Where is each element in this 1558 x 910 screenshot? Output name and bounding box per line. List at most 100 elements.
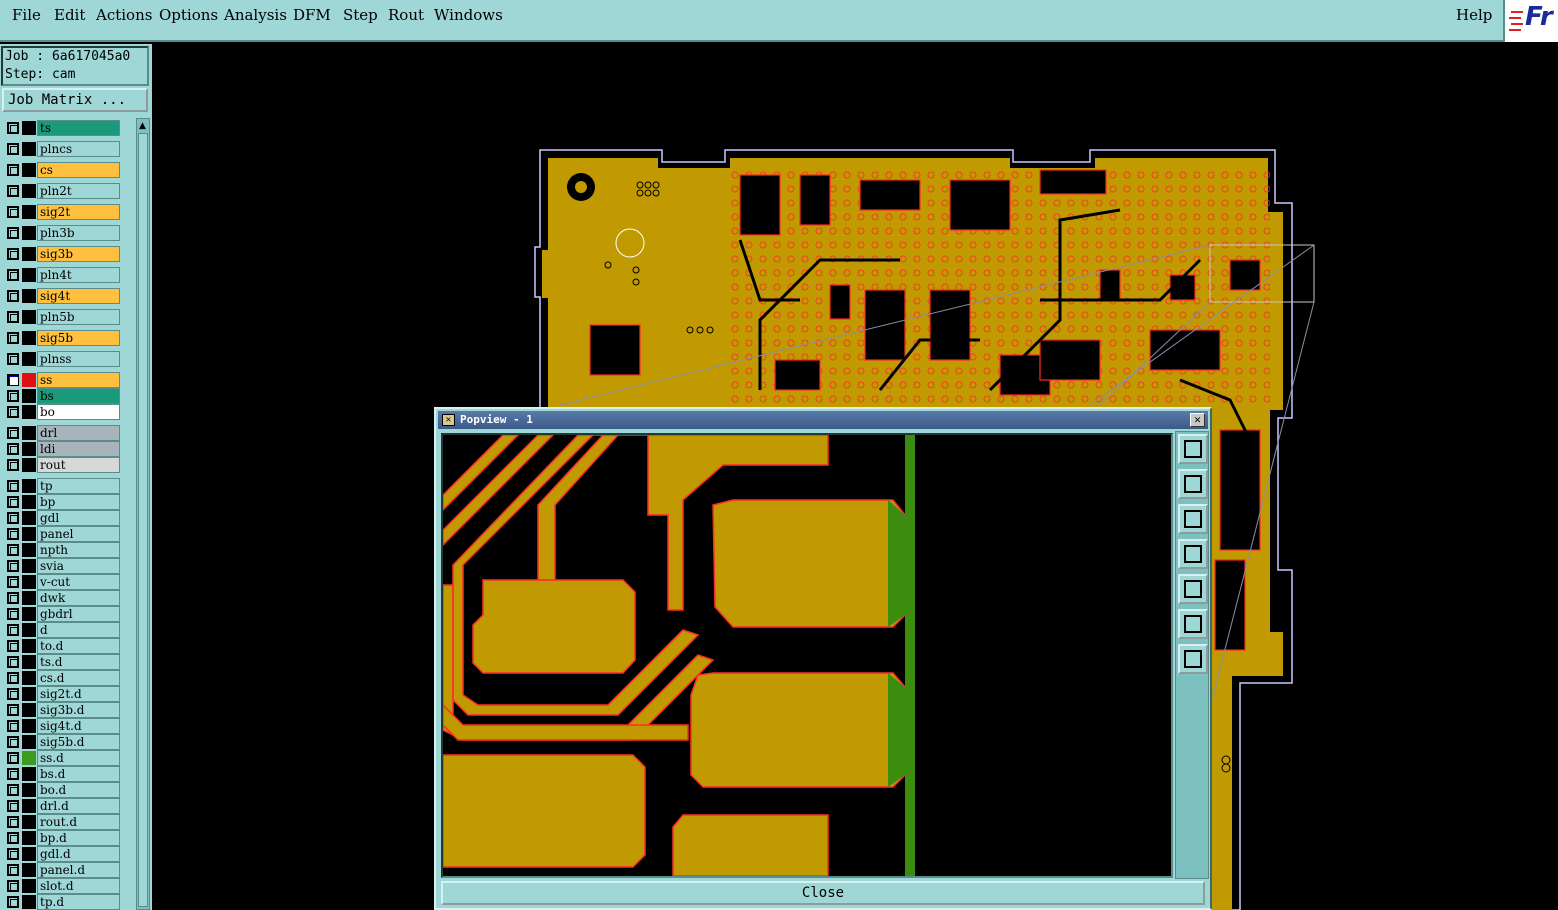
layer-row[interactable]: sig3b	[0, 246, 134, 262]
window-menu-icon[interactable]: ✕	[442, 414, 455, 426]
layer-checkbox[interactable]	[7, 672, 19, 684]
layer-checkbox[interactable]	[7, 269, 19, 281]
layer-checkbox[interactable]	[7, 592, 19, 604]
layer-row[interactable]: svia	[0, 558, 134, 574]
layer-checkbox[interactable]	[7, 832, 19, 844]
layer-checkbox[interactable]	[7, 206, 19, 218]
layer-color-swatch[interactable]	[22, 247, 36, 261]
menu-rout[interactable]: Rout	[388, 6, 424, 24]
layer-name[interactable]: to.d	[37, 638, 120, 654]
menu-step[interactable]: Step	[343, 6, 378, 24]
layer-name[interactable]: bo.d	[37, 782, 120, 798]
layer-color-swatch[interactable]	[22, 479, 36, 493]
layer-color-swatch[interactable]	[22, 671, 36, 685]
menu-options[interactable]: Options	[159, 6, 218, 24]
layer-color-swatch[interactable]	[22, 847, 36, 861]
layer-color-swatch[interactable]	[22, 389, 36, 403]
layer-row[interactable]: drl	[0, 425, 134, 441]
layer-name[interactable]: bs.d	[37, 766, 120, 782]
layer-checkbox[interactable]	[7, 427, 19, 439]
layer-row[interactable]: panel.d	[0, 862, 134, 878]
layer-color-swatch[interactable]	[22, 863, 36, 877]
popview-titlebar[interactable]: ✕ Popview - 1 ✕	[438, 411, 1208, 429]
layer-name[interactable]: ldi	[37, 441, 120, 457]
layer-name[interactable]: rout.d	[37, 814, 120, 830]
layer-checkbox[interactable]	[7, 688, 19, 700]
layer-checkbox[interactable]	[7, 560, 19, 572]
layer-row[interactable]: cs	[0, 162, 134, 178]
layer-checkbox[interactable]	[7, 800, 19, 812]
layer-name[interactable]: sig5b	[37, 330, 120, 346]
layer-row[interactable]: pln5b	[0, 309, 134, 325]
layer-checkbox[interactable]	[7, 720, 19, 732]
layer-color-swatch[interactable]	[22, 655, 36, 669]
menu-actions[interactable]: Actions	[96, 6, 152, 24]
layer-color-swatch[interactable]	[22, 543, 36, 557]
layer-row[interactable]: ss.d	[0, 750, 134, 766]
pan-right-button[interactable]	[1178, 574, 1208, 604]
layer-row[interactable]: sig4t	[0, 288, 134, 304]
layer-checkbox[interactable]	[7, 896, 19, 908]
layer-row[interactable]: sig5b	[0, 330, 134, 346]
layer-color-swatch[interactable]	[22, 559, 36, 573]
layer-name[interactable]: gbdrl	[37, 606, 120, 622]
layer-checkbox[interactable]	[7, 656, 19, 668]
layer-checkbox[interactable]	[7, 576, 19, 588]
layer-color-swatch[interactable]	[22, 719, 36, 733]
popview-canvas[interactable]	[441, 433, 1173, 878]
layer-checkbox[interactable]	[7, 459, 19, 471]
layer-name[interactable]: npth	[37, 542, 120, 558]
layer-checkbox[interactable]	[7, 816, 19, 828]
scroll-thumb[interactable]	[138, 133, 148, 907]
popview-close-button[interactable]: Close	[441, 881, 1205, 905]
layer-color-swatch[interactable]	[22, 426, 36, 440]
layer-row[interactable]: bp.d	[0, 830, 134, 846]
layer-color-swatch[interactable]	[22, 121, 36, 135]
layer-name[interactable]: sig2t	[37, 204, 120, 220]
layer-color-swatch[interactable]	[22, 331, 36, 345]
layer-checkbox[interactable]	[7, 290, 19, 302]
layer-color-swatch[interactable]	[22, 591, 36, 605]
layer-name[interactable]: pln3b	[37, 225, 120, 241]
layer-row[interactable]: rout	[0, 457, 134, 473]
layer-name[interactable]: drl	[37, 425, 120, 441]
layer-row[interactable]: plnss	[0, 351, 134, 367]
layer-name[interactable]: rout	[37, 457, 120, 473]
layer-checkbox[interactable]	[7, 374, 19, 386]
zoom-home-button[interactable]	[1178, 434, 1208, 464]
layer-checkbox[interactable]	[7, 311, 19, 323]
layer-name[interactable]: bo	[37, 404, 120, 420]
layer-row[interactable]: panel	[0, 526, 134, 542]
menu-analysis[interactable]: Analysis	[224, 6, 287, 24]
zoom-in-button[interactable]	[1178, 609, 1208, 639]
layer-row[interactable]: ldi	[0, 441, 134, 457]
layer-row[interactable]: pln3b	[0, 225, 134, 241]
layer-checkbox[interactable]	[7, 784, 19, 796]
layer-name[interactable]: v-cut	[37, 574, 120, 590]
layer-color-swatch[interactable]	[22, 575, 36, 589]
menu-windows[interactable]: Windows	[434, 6, 503, 24]
layer-color-swatch[interactable]	[22, 495, 36, 509]
layer-name[interactable]: panel	[37, 526, 120, 542]
menu-dfm[interactable]: DFM	[293, 6, 331, 24]
layer-name[interactable]: bs	[37, 388, 120, 404]
layer-color-swatch[interactable]	[22, 815, 36, 829]
layer-color-swatch[interactable]	[22, 352, 36, 366]
layer-name[interactable]: sig3b.d	[37, 702, 120, 718]
layer-color-swatch[interactable]	[22, 527, 36, 541]
layer-row[interactable]: ss	[0, 372, 134, 388]
layer-row[interactable]: gbdrl	[0, 606, 134, 622]
layer-color-swatch[interactable]	[22, 751, 36, 765]
layer-color-swatch[interactable]	[22, 623, 36, 637]
layer-checkbox[interactable]	[7, 752, 19, 764]
layer-color-swatch[interactable]	[22, 458, 36, 472]
layer-row[interactable]: rout.d	[0, 814, 134, 830]
layer-row[interactable]: ts	[0, 120, 134, 136]
layer-name[interactable]: bp	[37, 494, 120, 510]
layer-checkbox[interactable]	[7, 704, 19, 716]
layer-name[interactable]: sig3b	[37, 246, 120, 262]
layer-name[interactable]: ss	[37, 372, 120, 388]
layer-name[interactable]: dwk	[37, 590, 120, 606]
layer-row[interactable]: gdl.d	[0, 846, 134, 862]
layer-checkbox[interactable]	[7, 406, 19, 418]
